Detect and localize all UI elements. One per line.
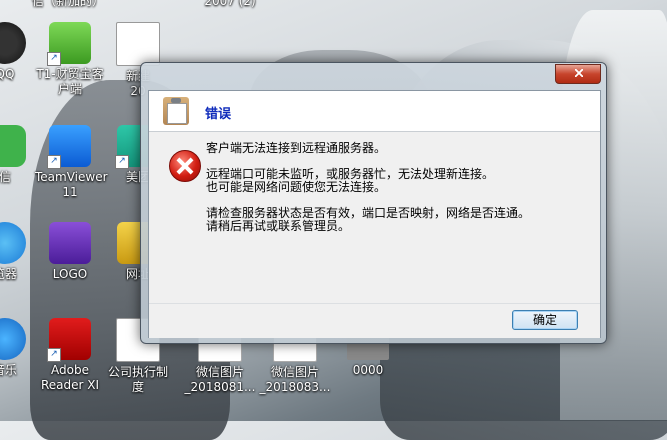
rar-icon — [49, 222, 91, 264]
adobe-reader-icon: ↗ — [47, 318, 91, 362]
shortcut-arrow-icon: ↗ — [47, 348, 61, 362]
desktop-icon-label: TeamViewer 11 — [35, 170, 108, 199]
wechat-icon — [0, 125, 26, 167]
partial-label: 2007 (2) — [204, 0, 256, 8]
desktop-icon-music[interactable]: 音乐 — [0, 318, 40, 378]
shortcut-arrow-icon: ↗ — [115, 155, 129, 169]
desktop-icon-browser[interactable]: 览器 — [0, 222, 40, 282]
ok-button[interactable]: 确定 — [512, 310, 578, 330]
shortcut-arrow-icon: ↗ — [47, 155, 61, 169]
desktop-icon-logo[interactable]: LOGO — [35, 222, 105, 282]
word-document-icon — [116, 22, 160, 66]
desktop-icon-label: 0000 — [352, 363, 384, 377]
clipboard-icon — [163, 97, 189, 125]
error-icon — [169, 150, 201, 182]
desktop-partial-label-2: 2007 (2) — [195, 0, 265, 9]
desktop-icon-qq[interactable]: QQ — [0, 22, 40, 82]
partial-label: 信（新加的） — [31, 0, 104, 8]
dialog-body: 客户端无法连接到远程通服务器。 远程端口可能未监听，或服务器忙，无法处理新连接。… — [149, 132, 600, 302]
desktop-icon-label: 览器 — [0, 267, 17, 281]
desktop-icon-label: 微信图片_2018083... — [259, 365, 331, 394]
shortcut-arrow-icon: ↗ — [47, 52, 61, 66]
desktop-icon-t1[interactable]: ↗ T1-财贸宝客户端 — [35, 22, 105, 97]
desktop-partial-label-1: 信（新加的） — [28, 0, 108, 9]
close-button[interactable] — [555, 64, 601, 84]
desktop-icon-teamviewer[interactable]: ↗ TeamViewer 11 — [35, 125, 108, 200]
music-icon — [0, 318, 26, 360]
desktop-icon-label: Adobe Reader XI — [40, 363, 100, 392]
message-line-1: 客户端无法连接到远程通服务器。 — [206, 141, 387, 155]
browser-icon — [0, 222, 26, 264]
desktop-icon-label: T1-财贸宝客户端 — [36, 67, 104, 96]
teamviewer-icon: ↗ — [47, 125, 91, 169]
desktop-icon-label: 音乐 — [0, 363, 17, 377]
qq-icon — [0, 22, 26, 64]
desktop-icon-label: 微信图片_2018081... — [184, 365, 256, 394]
dialog-footer: 确定 — [149, 303, 600, 338]
desktop-icon-label: QQ — [0, 67, 15, 81]
dialog-header: 错误 — [149, 91, 600, 132]
desktop-icon-label: 公司执行制度 — [107, 365, 168, 394]
desktop-icon-label: 信 — [0, 170, 11, 184]
dialog-content: 错误 客户端无法连接到远程通服务器。 远程端口可能未监听，或服务器忙，无法处理新… — [148, 90, 601, 338]
desktop-icon-label: LOGO — [52, 267, 88, 281]
error-dialog: 错误 客户端无法连接到远程通服务器。 远程端口可能未监听，或服务器忙，无法处理新… — [140, 62, 607, 344]
message-line-5: 请稍后再试或联系管理员。 — [206, 219, 351, 233]
money-bag-icon: ↗ — [47, 22, 91, 66]
message-line-3: 也可能是网络问题使您无法连接。 — [206, 180, 387, 194]
desktop-icon-adobe-reader[interactable]: ↗ Adobe Reader XI — [35, 318, 105, 393]
desktop-icon-wechat[interactable]: 信 — [0, 125, 40, 185]
dialog-title: 错误 — [205, 107, 232, 122]
